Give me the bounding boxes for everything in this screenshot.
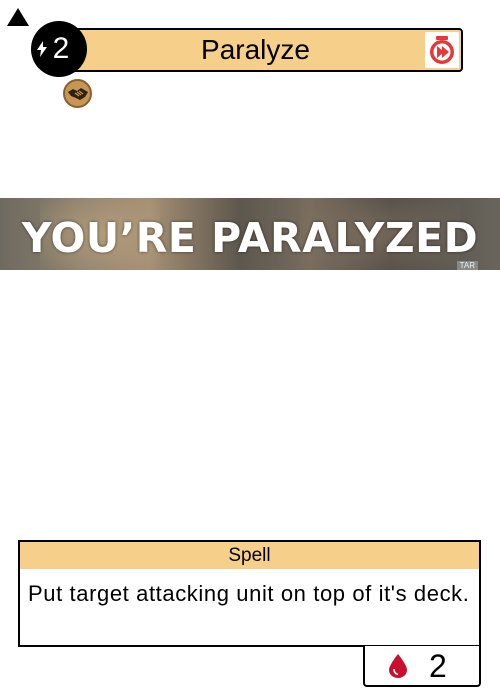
card-rules-text: Put target attacking unit on top of it's… — [18, 569, 481, 647]
lightning-bolt-icon — [37, 41, 47, 57]
mana-cost-value: 2 — [52, 32, 70, 65]
fast-speed-icon — [425, 32, 459, 68]
blood-drop-icon — [389, 654, 407, 678]
card-title-bar: Paralyze — [48, 28, 463, 72]
art-caption: YOU’RE PARALYZED — [21, 214, 479, 262]
handshake-icon — [63, 79, 92, 108]
triangle-icon — [7, 8, 29, 26]
card-art: YOU’RE PARALYZED TAR — [0, 198, 500, 270]
art-watermark-tag: TAR — [456, 261, 478, 270]
mana-cost-badge: 2 — [31, 21, 87, 77]
card-cost-box: 2 — [363, 646, 481, 687]
card-name: Paralyze — [201, 34, 310, 65]
card-type-bar: Spell — [18, 540, 481, 571]
cost-value: 2 — [429, 648, 447, 684]
